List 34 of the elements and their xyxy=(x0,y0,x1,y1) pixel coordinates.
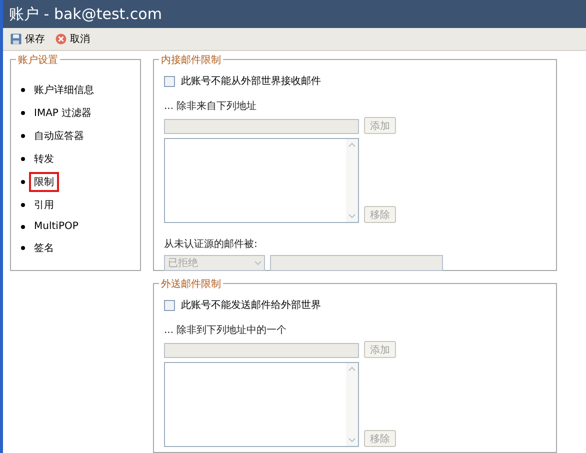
bullet-icon xyxy=(21,157,25,161)
field-caption: ... 除非到下列地址中的一个 xyxy=(164,324,288,337)
sidebar-item[interactable]: MultiPOP xyxy=(29,218,84,235)
checkbox-label: 此账号不能从外部世界接收邮件 xyxy=(181,74,321,88)
panel-title: 账户设置 xyxy=(16,53,60,67)
scrollbar[interactable] xyxy=(346,139,358,222)
field-caption: 从未认证源的邮件被: xyxy=(164,238,258,251)
bullet-icon xyxy=(21,134,25,138)
bullet-icon xyxy=(21,246,25,250)
window-title: 账户 - bak@test.com xyxy=(9,4,162,24)
sidebar-item[interactable]: 签名 xyxy=(29,238,59,258)
sidebar-item[interactable]: 自动应答器 xyxy=(29,126,89,146)
panel-title: 外送邮件限制 xyxy=(159,277,223,291)
checkbox-label: 此账号不能发送邮件给外部世界 xyxy=(181,298,321,312)
sidebar-item[interactable]: 限制 xyxy=(29,172,59,192)
sidebar-item[interactable]: IMAP 过滤器 xyxy=(29,103,97,123)
cancel-icon xyxy=(55,33,67,45)
checkbox[interactable] xyxy=(164,76,175,86)
bullet-icon xyxy=(21,88,25,92)
sidebar-item[interactable]: 账户详细信息 xyxy=(29,80,99,100)
checkbox[interactable] xyxy=(164,300,175,310)
bullet-icon xyxy=(21,224,25,228)
bullet-icon xyxy=(21,180,25,184)
scrollbar[interactable] xyxy=(346,363,358,446)
address-list[interactable] xyxy=(164,138,359,223)
address-list[interactable] xyxy=(164,362,359,447)
save-button[interactable]: 保存 xyxy=(7,32,48,46)
bullet-icon xyxy=(21,111,25,115)
field-caption: ... 除非来自下列地址 xyxy=(164,100,258,113)
cancel-button[interactable]: 取消 xyxy=(52,32,93,46)
panel-title: 内接邮件限制 xyxy=(159,53,223,67)
sidebar-item[interactable]: 转发 xyxy=(29,149,59,169)
bullet-icon xyxy=(21,203,25,207)
sidebar-item[interactable]: 引用 xyxy=(29,195,59,215)
